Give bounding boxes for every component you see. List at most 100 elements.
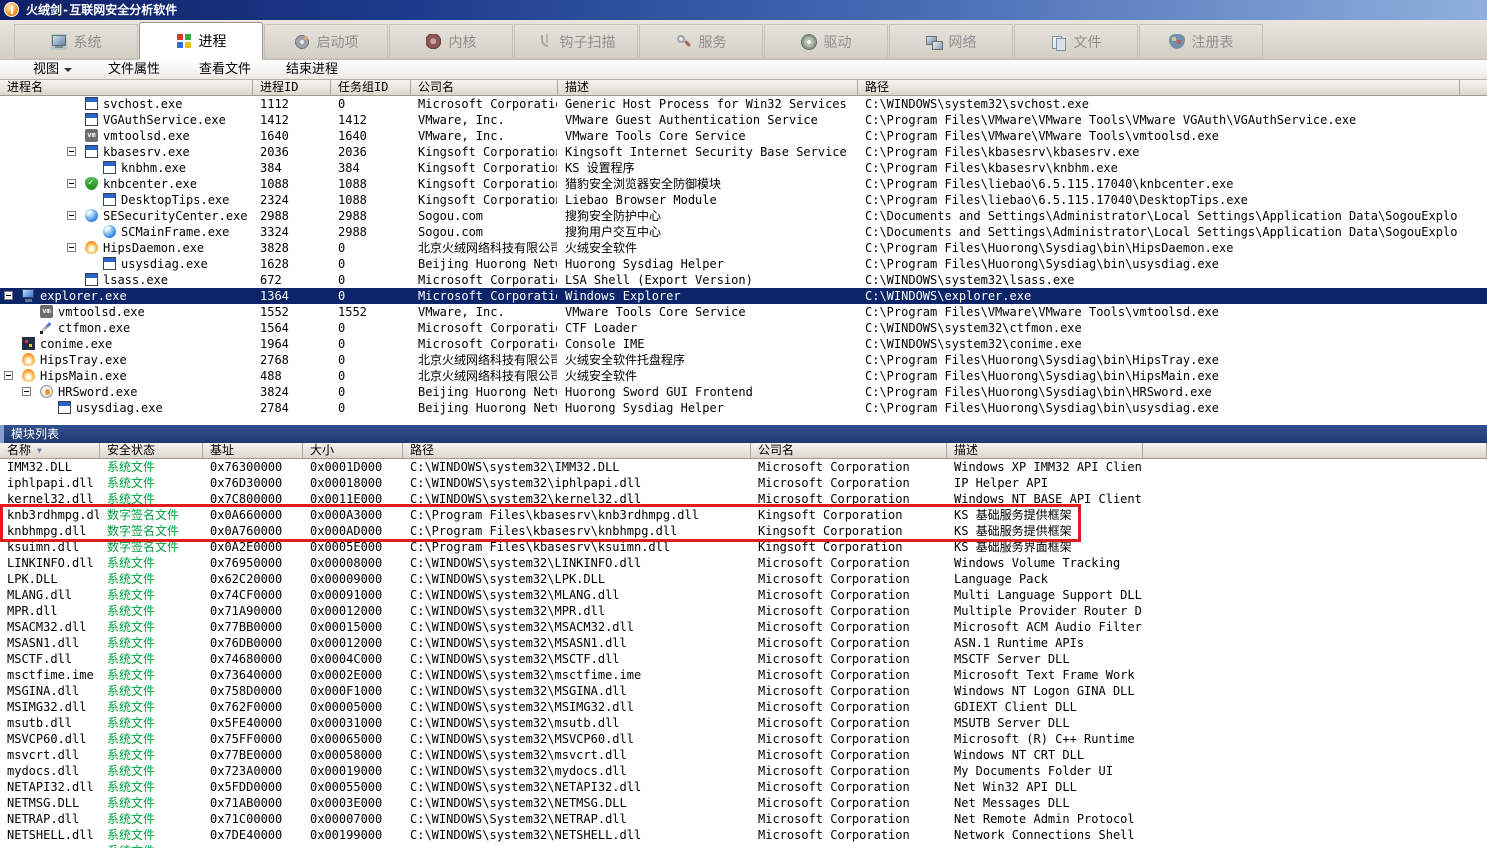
module-row[interactable]: NETRAP.dll系统文件0x71C000000x00007000C:\WIN… <box>0 811 1487 827</box>
process-row[interactable]: SCMainFrame.exe33242988Sogou.com搜狗用户交互中心… <box>0 224 1487 240</box>
module-col-header[interactable]: 公司名 <box>751 443 947 458</box>
tab-services[interactable]: 服务 <box>639 24 763 59</box>
module-row[interactable]: NETMSG.DLL系统文件0x71AB00000x0003E000C:\WIN… <box>0 795 1487 811</box>
module-row[interactable]: kernel32.dll系统文件0x7C8000000x0011E000C:\W… <box>0 491 1487 507</box>
module-row[interactable]: knb3rdhmpg.dll数字签名文件0x0A6600000x000A3000… <box>0 507 1487 523</box>
collapse-toggle[interactable] <box>4 371 13 380</box>
process-row[interactable]: HipsDaemon.exe38280北京火绒网络科技有限公司火绒安全软件C:\… <box>0 240 1487 256</box>
module-row[interactable]: MLANG.dll系统文件0x74CF00000x00091000C:\WIND… <box>0 587 1487 603</box>
process-row[interactable]: HipsMain.exe4880北京火绒网络科技有限公司火绒安全软件C:\Pro… <box>0 368 1487 384</box>
tab-process[interactable]: 进程 <box>139 22 263 60</box>
module-status-cell: 数字签名文件 <box>107 507 202 523</box>
module-col-header[interactable]: 安全状态 <box>100 443 203 458</box>
process-row[interactable]: vmtoolsd.exe15521552VMware, Inc.VMware T… <box>0 304 1487 320</box>
module-path-cell: C:\WINDOWS\system32\kernel32.dll <box>410 491 750 507</box>
module-row[interactable]: msutb.dll系统文件0x5FE400000x00031000C:\WIND… <box>0 715 1487 731</box>
module-status-cell: 系统文件 <box>107 587 202 603</box>
module-desc-cell: Net Remote Admin Protocol DLL <box>954 811 1142 827</box>
process-col-header[interactable]: 进程ID <box>253 80 331 95</box>
module-base-cell: 0x76300000 <box>210 459 302 475</box>
module-row[interactable]: NETSHELL.dll系统文件0x7DE400000x00199000C:\W… <box>0 827 1487 843</box>
collapse-toggle[interactable] <box>4 291 13 300</box>
process-desc-cell: Generic Host Process for Win32 Services <box>565 96 857 112</box>
process-col-header[interactable]: 公司名 <box>411 80 558 95</box>
tab-hook-scan[interactable]: 钩子扫描 <box>514 24 638 59</box>
process-name: vmtoolsd.exe <box>58 304 145 320</box>
module-row[interactable]: MSVCP60.dll系统文件0x75FF00000x00065000C:\WI… <box>0 731 1487 747</box>
process-row[interactable]: DesktopTips.exe23241088Kingsoft Corporat… <box>0 192 1487 208</box>
module-size-cell: 0x00018000 <box>310 475 402 491</box>
module-base-cell: 0x0A660000 <box>210 507 302 523</box>
module-row[interactable]: mydocs.dll系统文件0x723A00000x00019000C:\WIN… <box>0 763 1487 779</box>
process-desc-cell: Huorong Sysdiag Helper <box>565 400 857 416</box>
process-row[interactable]: explorer.exe13640Microsoft CorporationWi… <box>0 288 1487 304</box>
process-col-header[interactable]: 路径 <box>858 80 1460 95</box>
process-gid-cell: 0 <box>338 384 410 400</box>
module-row[interactable]: MSASN1.dll系统文件0x76DB00000x00012000C:\WIN… <box>0 635 1487 651</box>
collapse-toggle[interactable] <box>67 243 76 252</box>
process-row[interactable]: VGAuthService.exe14121412VMware, Inc.VMw… <box>0 112 1487 128</box>
module-row[interactable]: MSACM32.dll系统文件0x77BB00000x00015000C:\WI… <box>0 619 1487 635</box>
module-row[interactable]: NETAPI32.dll系统文件0x5FDD00000x00055000C:\W… <box>0 779 1487 795</box>
process-name: knbhm.exe <box>121 160 186 176</box>
module-row[interactable]: MSIMG32.dll系统文件0x762F00000x00005000C:\WI… <box>0 699 1487 715</box>
process-col-header[interactable]: 任务组ID <box>331 80 411 95</box>
process-row[interactable]: conime.exe19640Microsoft CorporationCons… <box>0 336 1487 352</box>
process-row[interactable]: HipsTray.exe27680北京火绒网络科技有限公司火绒安全软件托盘程序C… <box>0 352 1487 368</box>
process-row[interactable]: usysdiag.exe16280Beijing Huorong Netwo..… <box>0 256 1487 272</box>
process-row[interactable]: knbhm.exe384384Kingsoft CorporationKS 设置… <box>0 160 1487 176</box>
tab-kernel[interactable]: 内核 <box>389 24 513 59</box>
tab-startup[interactable]: 启动项 <box>264 24 388 59</box>
module-status-cell: 系统文件 <box>107 459 202 475</box>
module-col-header[interactable]: 基址 <box>203 443 303 458</box>
module-name-cell: LINKINFO.dll <box>7 555 99 571</box>
tab-registry[interactable]: 注册表 <box>1139 24 1263 59</box>
module-row[interactable]: ksuimn.dll数字签名文件0x0A2E00000x0005E000C:\P… <box>0 539 1487 555</box>
module-row[interactable]: msvcrt.dll系统文件0x77BE00000x00058000C:\WIN… <box>0 747 1487 763</box>
collapse-toggle[interactable] <box>67 211 76 220</box>
tab-drivers[interactable]: 驱动 <box>764 24 888 59</box>
module-row[interactable]: MPR.dll系统文件0x71A900000x00012000C:\WINDOW… <box>0 603 1487 619</box>
module-size-cell: 0x0002E000 <box>310 667 402 683</box>
tab-network[interactable]: 网络 <box>889 24 1013 59</box>
module-row[interactable]: IMM32.DLL系统文件0x763000000x0001D000C:\WIND… <box>0 459 1487 475</box>
file-properties-button[interactable]: 文件属性 <box>108 60 160 79</box>
process-row[interactable]: usysdiag.exe27840Beijing Huorong Netwo..… <box>0 400 1487 416</box>
collapse-toggle[interactable] <box>67 147 76 156</box>
process-row[interactable]: SESecurityCenter.exe29882988Sogou.com搜狗安… <box>0 208 1487 224</box>
module-col-header[interactable]: 名称▼ <box>0 443 100 458</box>
module-col-header[interactable]: 大小 <box>303 443 403 458</box>
module-col-header[interactable]: 路径 <box>403 443 751 458</box>
module-row[interactable]: MSCTF.dll系统文件0x746800000x0004C000C:\WIND… <box>0 651 1487 667</box>
process-row[interactable]: svchost.exe11120Microsoft CorporationGen… <box>0 96 1487 112</box>
view-file-button[interactable]: 查看文件 <box>199 60 251 79</box>
process-row[interactable]: knbcenter.exe10881088Kingsoft Corporatio… <box>0 176 1487 192</box>
module-row[interactable]: MSGINA.dll系统文件0x758D00000x000F1000C:\WIN… <box>0 683 1487 699</box>
process-row[interactable]: ctfmon.exe15640Microsoft CorporationCTF … <box>0 320 1487 336</box>
process-desc-cell: Console IME <box>565 336 857 352</box>
module-row[interactable]: LINKINFO.dll系统文件0x769500000x00008000C:\W… <box>0 555 1487 571</box>
process-row[interactable]: kbasesrv.exe20362036Kingsoft Corporation… <box>0 144 1487 160</box>
module-row[interactable]: msctfime.ime系统文件0x736400000x0002E000C:\W… <box>0 667 1487 683</box>
view-menu-button[interactable]: 视图 <box>33 60 72 79</box>
module-row[interactable]: iphlpapi.dll系统文件0x76D300000x00018000C:\W… <box>0 475 1487 491</box>
module-row[interactable]: knbhmpg.dll数字签名文件0x0A7600000x000AD000C:\… <box>0 523 1487 539</box>
process-path-cell: C:\Program Files\Huorong\Sysdiag\bin\HRS… <box>865 384 1459 400</box>
process-path-cell: C:\Program Files\liebao\6.5.115.17040\kn… <box>865 176 1459 192</box>
tab-files[interactable]: 文件 <box>1014 24 1138 59</box>
module-col-header[interactable]: 描述 <box>947 443 1143 458</box>
process-col-header[interactable]: 进程名 <box>0 80 253 95</box>
module-path-cell: C:\WINDOWS\system32\LINKINFO.dll <box>410 555 750 571</box>
process-name-cell: vmtoolsd.exe <box>0 304 253 320</box>
process-row[interactable]: vmtoolsd.exe16401640VMware, Inc.VMware T… <box>0 128 1487 144</box>
tab-system[interactable]: 系统 <box>14 24 138 59</box>
process-row[interactable]: HRSword.exe38240Beijing Huorong Netwo...… <box>0 384 1487 400</box>
end-process-button[interactable]: 结束进程 <box>286 60 338 79</box>
process-col-header[interactable]: 描述 <box>558 80 858 95</box>
collapse-toggle[interactable] <box>67 179 76 188</box>
module-row[interactable]: LPK.DLL系统文件0x62C200000x00009000C:\WINDOW… <box>0 571 1487 587</box>
process-name: svchost.exe <box>103 96 182 112</box>
collapse-toggle[interactable] <box>22 387 31 396</box>
process-pid-cell: 384 <box>260 160 330 176</box>
process-row[interactable]: lsass.exe6720Microsoft CorporationLSA Sh… <box>0 272 1487 288</box>
